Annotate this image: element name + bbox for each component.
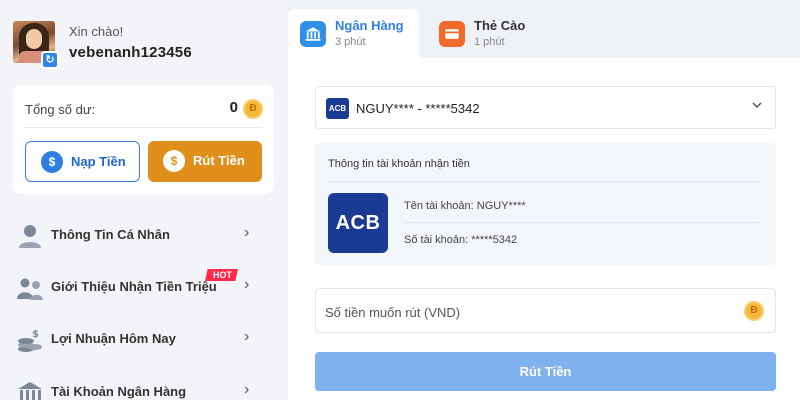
dollar-minus-icon: $ <box>163 150 185 172</box>
chevron-right-icon: › <box>244 381 250 398</box>
deposit-button[interactable]: $ Nạp Tiền <box>25 141 140 182</box>
dollar-plus-icon: $ <box>41 151 63 173</box>
menu-item-profit-today[interactable]: $ Lợi Nhuận Hôm Nay › <box>0 313 287 365</box>
chevron-right-icon: › <box>244 224 250 241</box>
balance-value: 0 <box>229 99 238 116</box>
deposit-label: Nạp Tiền <box>71 154 126 169</box>
card-icon <box>439 21 465 47</box>
balance-card: Tổng số dư: 0 Đ $ Nạp Tiền $ Rút Tiền <box>13 85 274 194</box>
amount-input[interactable] <box>325 302 735 322</box>
greeting: Xin chào! <box>69 24 124 39</box>
menu-item-label: Tài Khoản Ngân Hàng <box>51 384 187 399</box>
menu-item-label: Thông Tin Cá Nhân <box>51 227 170 242</box>
divider <box>328 181 763 182</box>
menu-item-bank-account[interactable]: Tài Khoản Ngân Hàng › <box>0 366 287 400</box>
user-header: ↻ Xin chào! vebenanh123456 <box>13 21 283 69</box>
info-title: Thông tin tài khoản nhận tiền <box>328 158 470 170</box>
menu-item-personal-info[interactable]: Thông Tin Cá Nhân › <box>0 209 287 261</box>
chevron-right-icon: › <box>244 328 250 345</box>
acb-logo: ACB <box>328 193 388 253</box>
bank-icon <box>300 21 326 47</box>
method-tabs: Ngân Hàng 3 phút Thẻ Cào 1 phút <box>288 0 800 58</box>
account-name: Tên tài khoản: NGUY**** <box>404 200 526 212</box>
dong-coin-icon: Đ <box>243 99 263 119</box>
balance-label: Tổng số dư: <box>25 102 96 117</box>
tab-title: Ngân Hàng <box>335 18 404 33</box>
dong-coin-icon: Đ <box>744 301 764 321</box>
withdraw-label: Rút Tiền <box>193 153 245 168</box>
tab-subtitle: 1 phút <box>474 36 505 48</box>
withdraw-submit-button[interactable]: Rút Tiền <box>315 352 776 391</box>
bank-icon <box>18 382 42 400</box>
amount-field[interactable]: Đ <box>315 288 776 333</box>
menu-item-referral[interactable]: Giới Thiệu Nhận Tiền Triệu HOT › <box>0 261 287 313</box>
referral-icon <box>17 278 43 300</box>
sidebar: ↻ Xin chào! vebenanh123456 Tổng số dư: 0… <box>0 0 287 400</box>
hot-badge: HOT <box>205 269 238 281</box>
receiving-account-info: Thông tin tài khoản nhận tiền ACB Tên tà… <box>315 143 776 265</box>
username: vebenanh123456 <box>69 44 192 61</box>
divider <box>25 127 262 128</box>
tab-scratch-card[interactable]: Thẻ Cào 1 phút <box>427 9 567 58</box>
acb-logo: ACB <box>326 98 349 119</box>
tab-title: Thẻ Cào <box>474 18 526 33</box>
tab-subtitle: 3 phút <box>335 36 366 48</box>
coins-stack-icon: $ <box>18 329 42 352</box>
user-icon <box>19 225 41 248</box>
refresh-icon[interactable]: ↻ <box>41 51 59 69</box>
withdraw-button[interactable]: $ Rút Tiền <box>148 141 262 182</box>
menu-item-label: Giới Thiệu Nhận Tiền Triệu <box>51 279 217 294</box>
tab-bank[interactable]: Ngân Hàng 3 phút <box>288 9 419 58</box>
svg-text:$: $ <box>32 329 39 340</box>
chevron-down-icon <box>751 99 763 114</box>
menu-item-label: Lợi Nhuận Hôm Nay <box>51 331 176 346</box>
chevron-right-icon: › <box>244 276 250 293</box>
divider <box>404 222 763 223</box>
bank-account-select[interactable]: ACB NGUY**** - *****5342 <box>315 86 776 129</box>
selected-account: NGUY**** - *****5342 <box>356 101 480 116</box>
withdraw-panel: Ngân Hàng 3 phút Thẻ Cào 1 phút ACB NGUY… <box>288 0 800 400</box>
account-number: Số tài khoản: *****5342 <box>404 234 518 246</box>
